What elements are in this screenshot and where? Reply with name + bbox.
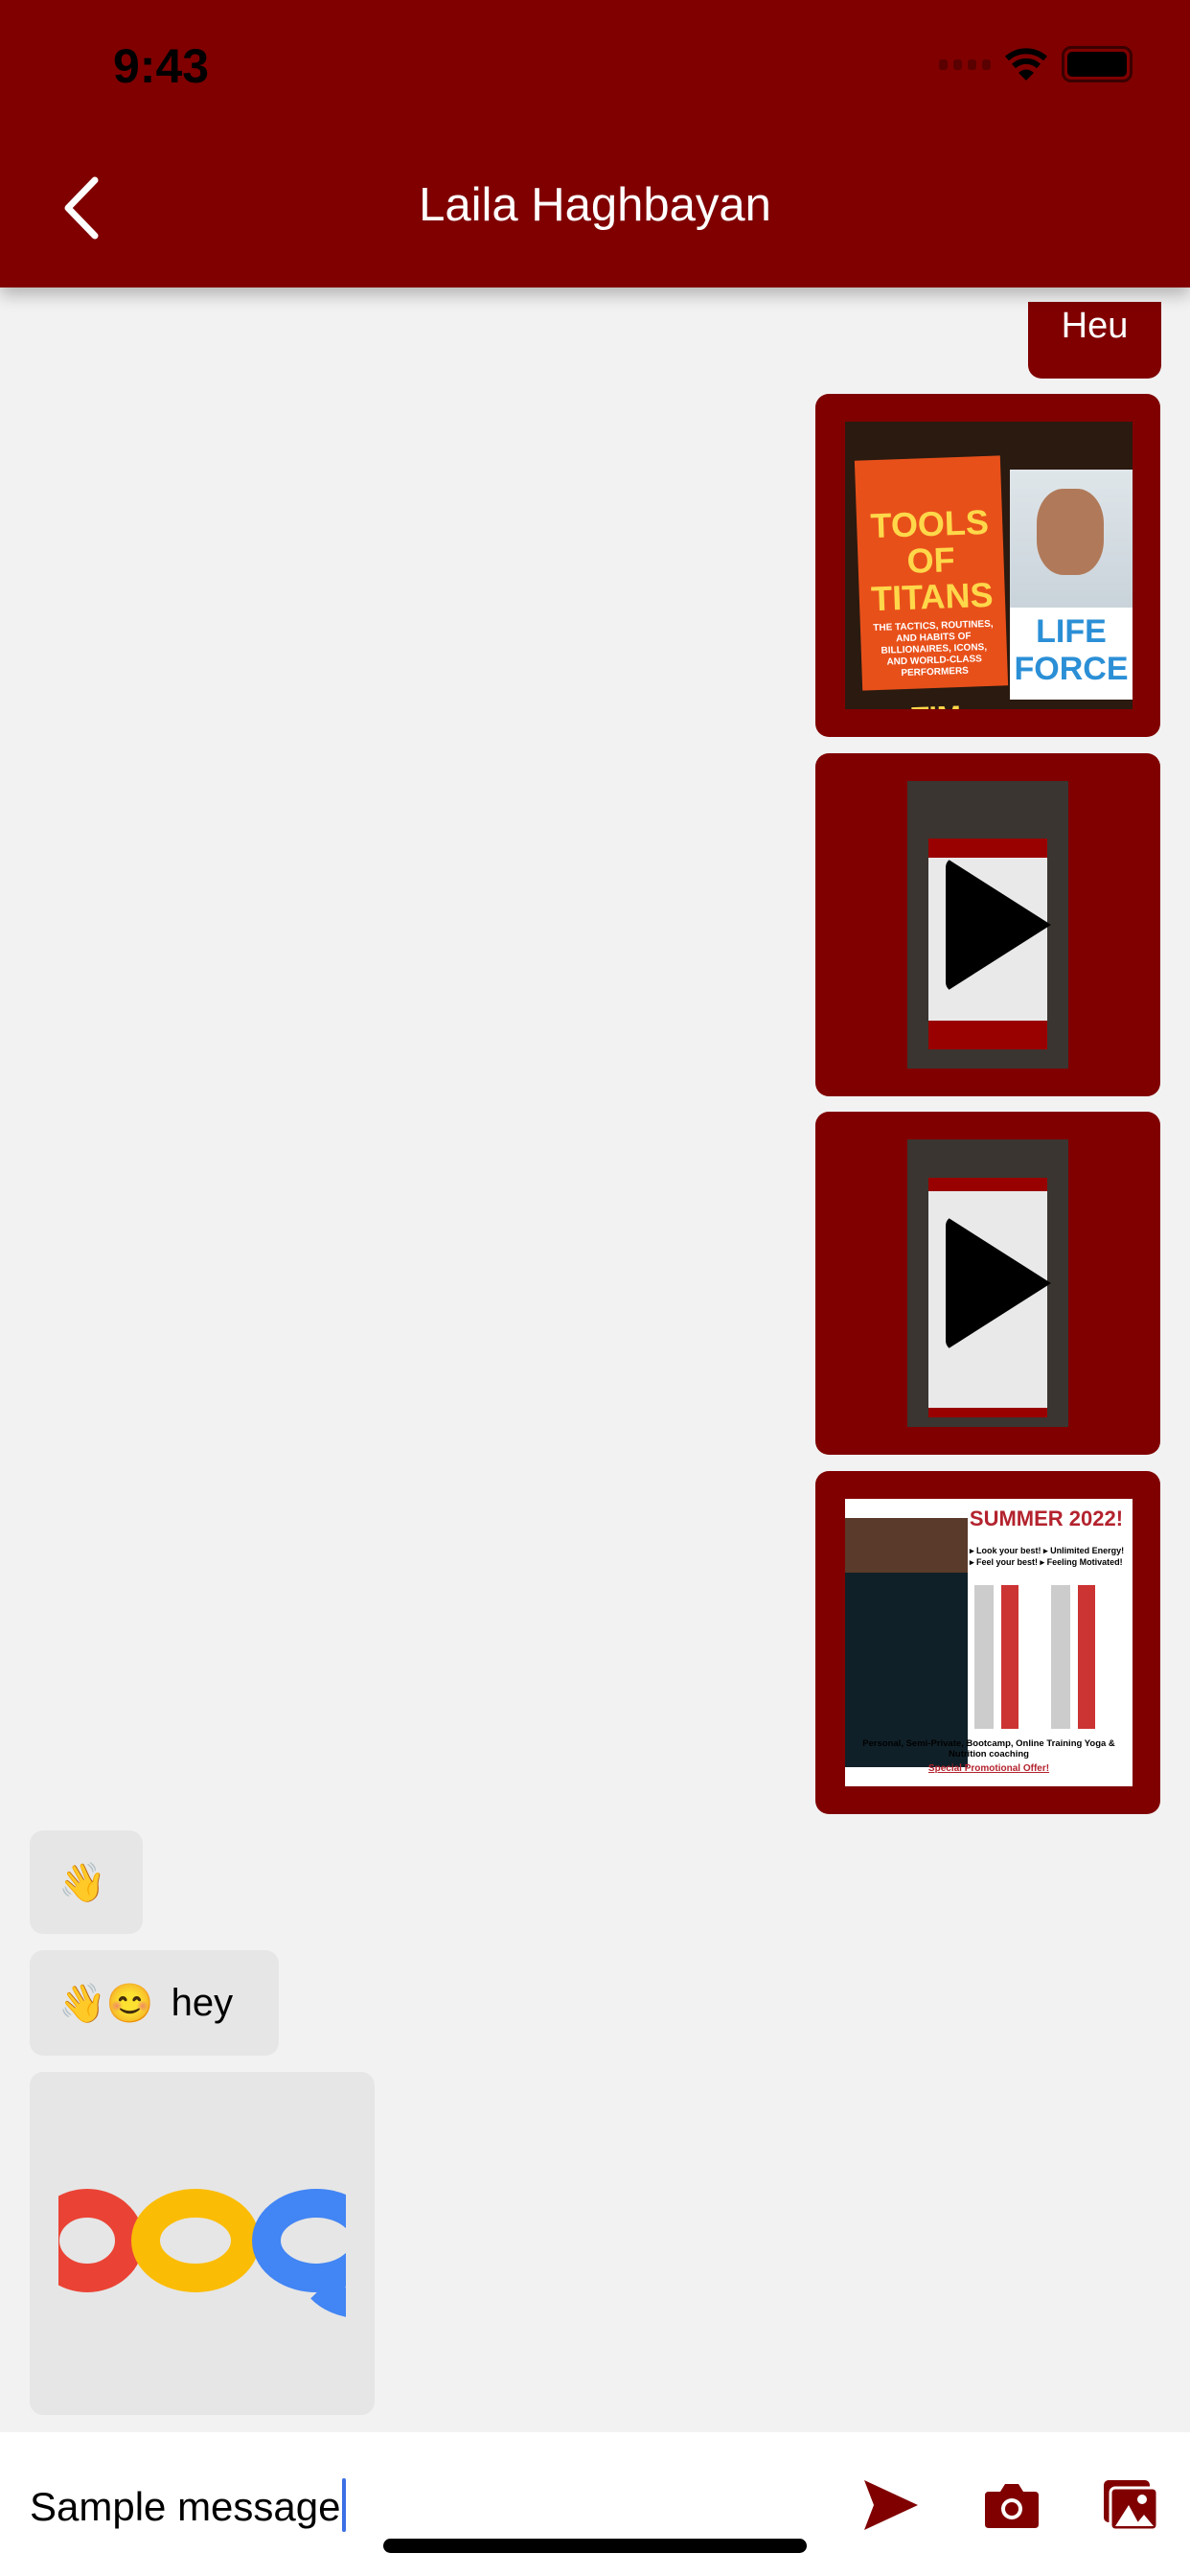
poster-offer: Special Promotional Offer! xyxy=(927,1763,1050,1774)
books-photo: TOOLS OF TITANS THE TACTICS, ROUTINES, AN… xyxy=(845,422,1133,709)
video-thumbnail xyxy=(907,781,1068,1069)
page-title: Laila Haghbayan xyxy=(419,179,771,231)
wifi-icon xyxy=(1005,48,1047,80)
before-after-grid xyxy=(974,1585,1128,1729)
battery-icon xyxy=(1062,46,1133,82)
trainer-photo xyxy=(845,1518,968,1767)
sent-image-message[interactable]: SUMMER 2022! ▸ Look your best! ▸ Unlimit… xyxy=(815,1471,1160,1814)
received-message[interactable]: 👋 xyxy=(30,1830,143,1934)
sent-image-message[interactable]: TOOLS OF TITANS THE TACTICS, ROUTINES, AN… xyxy=(815,394,1160,737)
book2-title: LIFE FORCE xyxy=(1014,613,1129,687)
header: 9:43 Laila Haghbayan xyxy=(0,0,1190,288)
poster-bullets: ▸ Look your best! ▸ Unlimited Energy! ▸ … xyxy=(970,1546,1125,1567)
signal-icon xyxy=(939,58,991,70)
poster-title: SUMMER 2022! xyxy=(969,1506,1124,1530)
status-icons xyxy=(939,46,1133,82)
google-logo-fragment xyxy=(58,2189,346,2317)
message-emoji: 👋😊 xyxy=(58,1982,154,2025)
sent-video-message[interactable] xyxy=(815,753,1160,1096)
video-thumbnail xyxy=(907,1139,1068,1427)
sent-message[interactable]: Heu xyxy=(1028,302,1161,379)
message-input[interactable] xyxy=(30,2475,815,2539)
book1-title: TOOLS OF TITANS xyxy=(869,501,995,619)
camera-icon[interactable] xyxy=(983,2478,1041,2532)
received-image-message[interactable] xyxy=(30,2072,375,2415)
status-time: 9:43 xyxy=(113,39,210,93)
received-message[interactable]: 👋😊 hey xyxy=(30,1950,279,2056)
promo-poster: SUMMER 2022! ▸ Look your best! ▸ Unlimit… xyxy=(845,1499,1133,1786)
sent-video-message[interactable] xyxy=(815,1112,1160,1455)
home-indicator xyxy=(383,2539,807,2553)
message-text: 👋 xyxy=(58,1861,106,1904)
poster-footer: Personal, Semi-Private, Bootcamp, Online… xyxy=(862,1738,1115,1760)
book-tools-of-titans: TOOLS OF TITANS THE TACTICS, ROUTINES, AN… xyxy=(854,455,1009,709)
text-cursor xyxy=(342,2478,346,2532)
book-cover-face xyxy=(1037,489,1104,575)
send-icon[interactable] xyxy=(862,2478,920,2532)
play-icon[interactable] xyxy=(946,858,1051,992)
gallery-icon[interactable] xyxy=(1102,2478,1159,2532)
composer xyxy=(0,2432,1190,2576)
play-icon[interactable] xyxy=(946,1216,1051,1350)
book1-author: TIM FERRISS xyxy=(873,698,1002,709)
book1-subtitle: THE TACTICS, ROUTINES, AND HABITS OF BIL… xyxy=(873,618,994,679)
message-text: hey xyxy=(171,1981,234,2024)
